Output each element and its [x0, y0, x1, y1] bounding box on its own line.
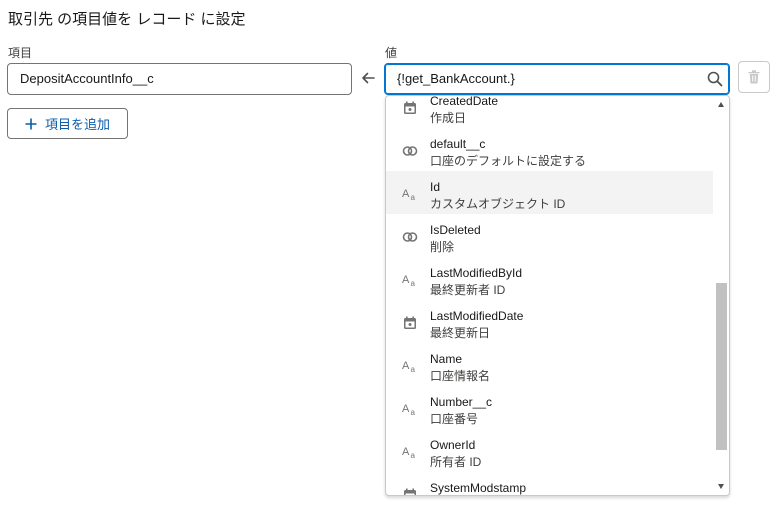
option-api-name: LastModifiedDate	[430, 309, 524, 323]
svg-text:a: a	[411, 193, 416, 202]
dropdown-option[interactable]: LastModifiedDate 最終更新日	[386, 300, 713, 343]
field-picker-list: CreatedDate 作成日 default__c 口座のデフォルトに設定する Aa I…	[386, 96, 713, 495]
option-label: 最終更新日	[430, 326, 491, 340]
option-label: 口座番号	[430, 412, 479, 426]
add-field-button[interactable]: 項目を追加	[7, 108, 128, 139]
value-input[interactable]: {!get_BankAccount.}	[384, 63, 730, 95]
text-icon: Aa	[402, 274, 416, 288]
arrow-left-icon	[362, 72, 375, 84]
trash-icon	[748, 70, 760, 84]
svg-text:a: a	[411, 408, 416, 417]
toggle-icon	[402, 146, 418, 156]
dropdown-option[interactable]: Aa Number__c 口座番号	[386, 386, 713, 429]
option-label: カスタムオブジェクト ID	[430, 197, 566, 211]
dropdown-option[interactable]: default__c 口座のデフォルトに設定する	[386, 128, 713, 171]
svg-text:A: A	[402, 188, 410, 200]
text-icon: Aa	[402, 360, 416, 374]
option-label: 作成日	[430, 111, 467, 125]
option-api-name: LastModifiedById	[430, 266, 523, 280]
svg-text:A: A	[402, 274, 410, 286]
option-api-name: Id	[430, 180, 441, 194]
field-input[interactable]: DepositAccountInfo__c	[7, 63, 352, 95]
option-label: 所有者 ID	[430, 455, 482, 469]
toggle-icon	[402, 232, 418, 242]
option-api-name: CreatedDate	[430, 96, 499, 108]
svg-text:a: a	[411, 279, 416, 288]
delete-button[interactable]	[738, 61, 770, 93]
option-api-name: IsDeleted	[430, 223, 481, 237]
text-icon: Aa	[402, 446, 416, 460]
calendar-icon	[404, 488, 416, 495]
page-title: 取引先 の項目値を レコード に設定	[8, 11, 246, 28]
option-label: 削除	[430, 240, 455, 254]
calendar-icon	[404, 316, 416, 329]
dropdown-option[interactable]: CreatedDate 作成日	[386, 96, 713, 128]
scroll-thumb[interactable]	[716, 283, 727, 450]
svg-text:a: a	[411, 365, 416, 374]
svg-text:A: A	[402, 446, 410, 458]
dropdown-scrollbar[interactable]	[713, 96, 729, 495]
option-api-name: OwnerId	[430, 438, 476, 452]
svg-text:A: A	[402, 360, 410, 372]
option-api-name: Number__c	[430, 395, 493, 409]
value-label: 値	[385, 46, 398, 60]
text-icon: Aa	[402, 403, 416, 417]
svg-text:A: A	[402, 403, 410, 415]
field-picker-dropdown[interactable]: CreatedDate 作成日 default__c 口座のデフォルトに設定する Aa I…	[385, 95, 730, 496]
scroll-down-arrow-icon[interactable]	[718, 484, 724, 489]
option-api-name: default__c	[430, 137, 486, 151]
svg-text:a: a	[411, 451, 416, 460]
option-api-name: Name	[430, 352, 463, 366]
plus-icon	[25, 118, 37, 129]
add-field-label: 項目を追加	[44, 117, 110, 132]
dropdown-option[interactable]: SystemModstamp	[386, 472, 713, 495]
dropdown-option[interactable]: Aa LastModifiedById 最終更新者 ID	[386, 257, 713, 300]
dropdown-option[interactable]: Aa OwnerId 所有者 ID	[386, 429, 713, 472]
dropdown-option[interactable]: IsDeleted 削除	[386, 214, 713, 257]
dropdown-option[interactable]: Aa Name 口座情報名	[386, 343, 713, 386]
field-label: 項目	[8, 46, 33, 60]
option-api-name: SystemModstamp	[430, 481, 527, 495]
dropdown-option[interactable]: Aa Id カスタムオブジェクト ID	[386, 171, 713, 214]
option-label: 口座のデフォルトに設定する	[430, 154, 587, 168]
option-label: 口座情報名	[430, 369, 491, 383]
text-icon: Aa	[402, 188, 416, 202]
search-icon[interactable]	[707, 71, 723, 87]
scroll-up-arrow-icon[interactable]	[718, 102, 724, 107]
option-label: 最終更新者 ID	[430, 283, 506, 297]
calendar-icon	[404, 101, 416, 114]
